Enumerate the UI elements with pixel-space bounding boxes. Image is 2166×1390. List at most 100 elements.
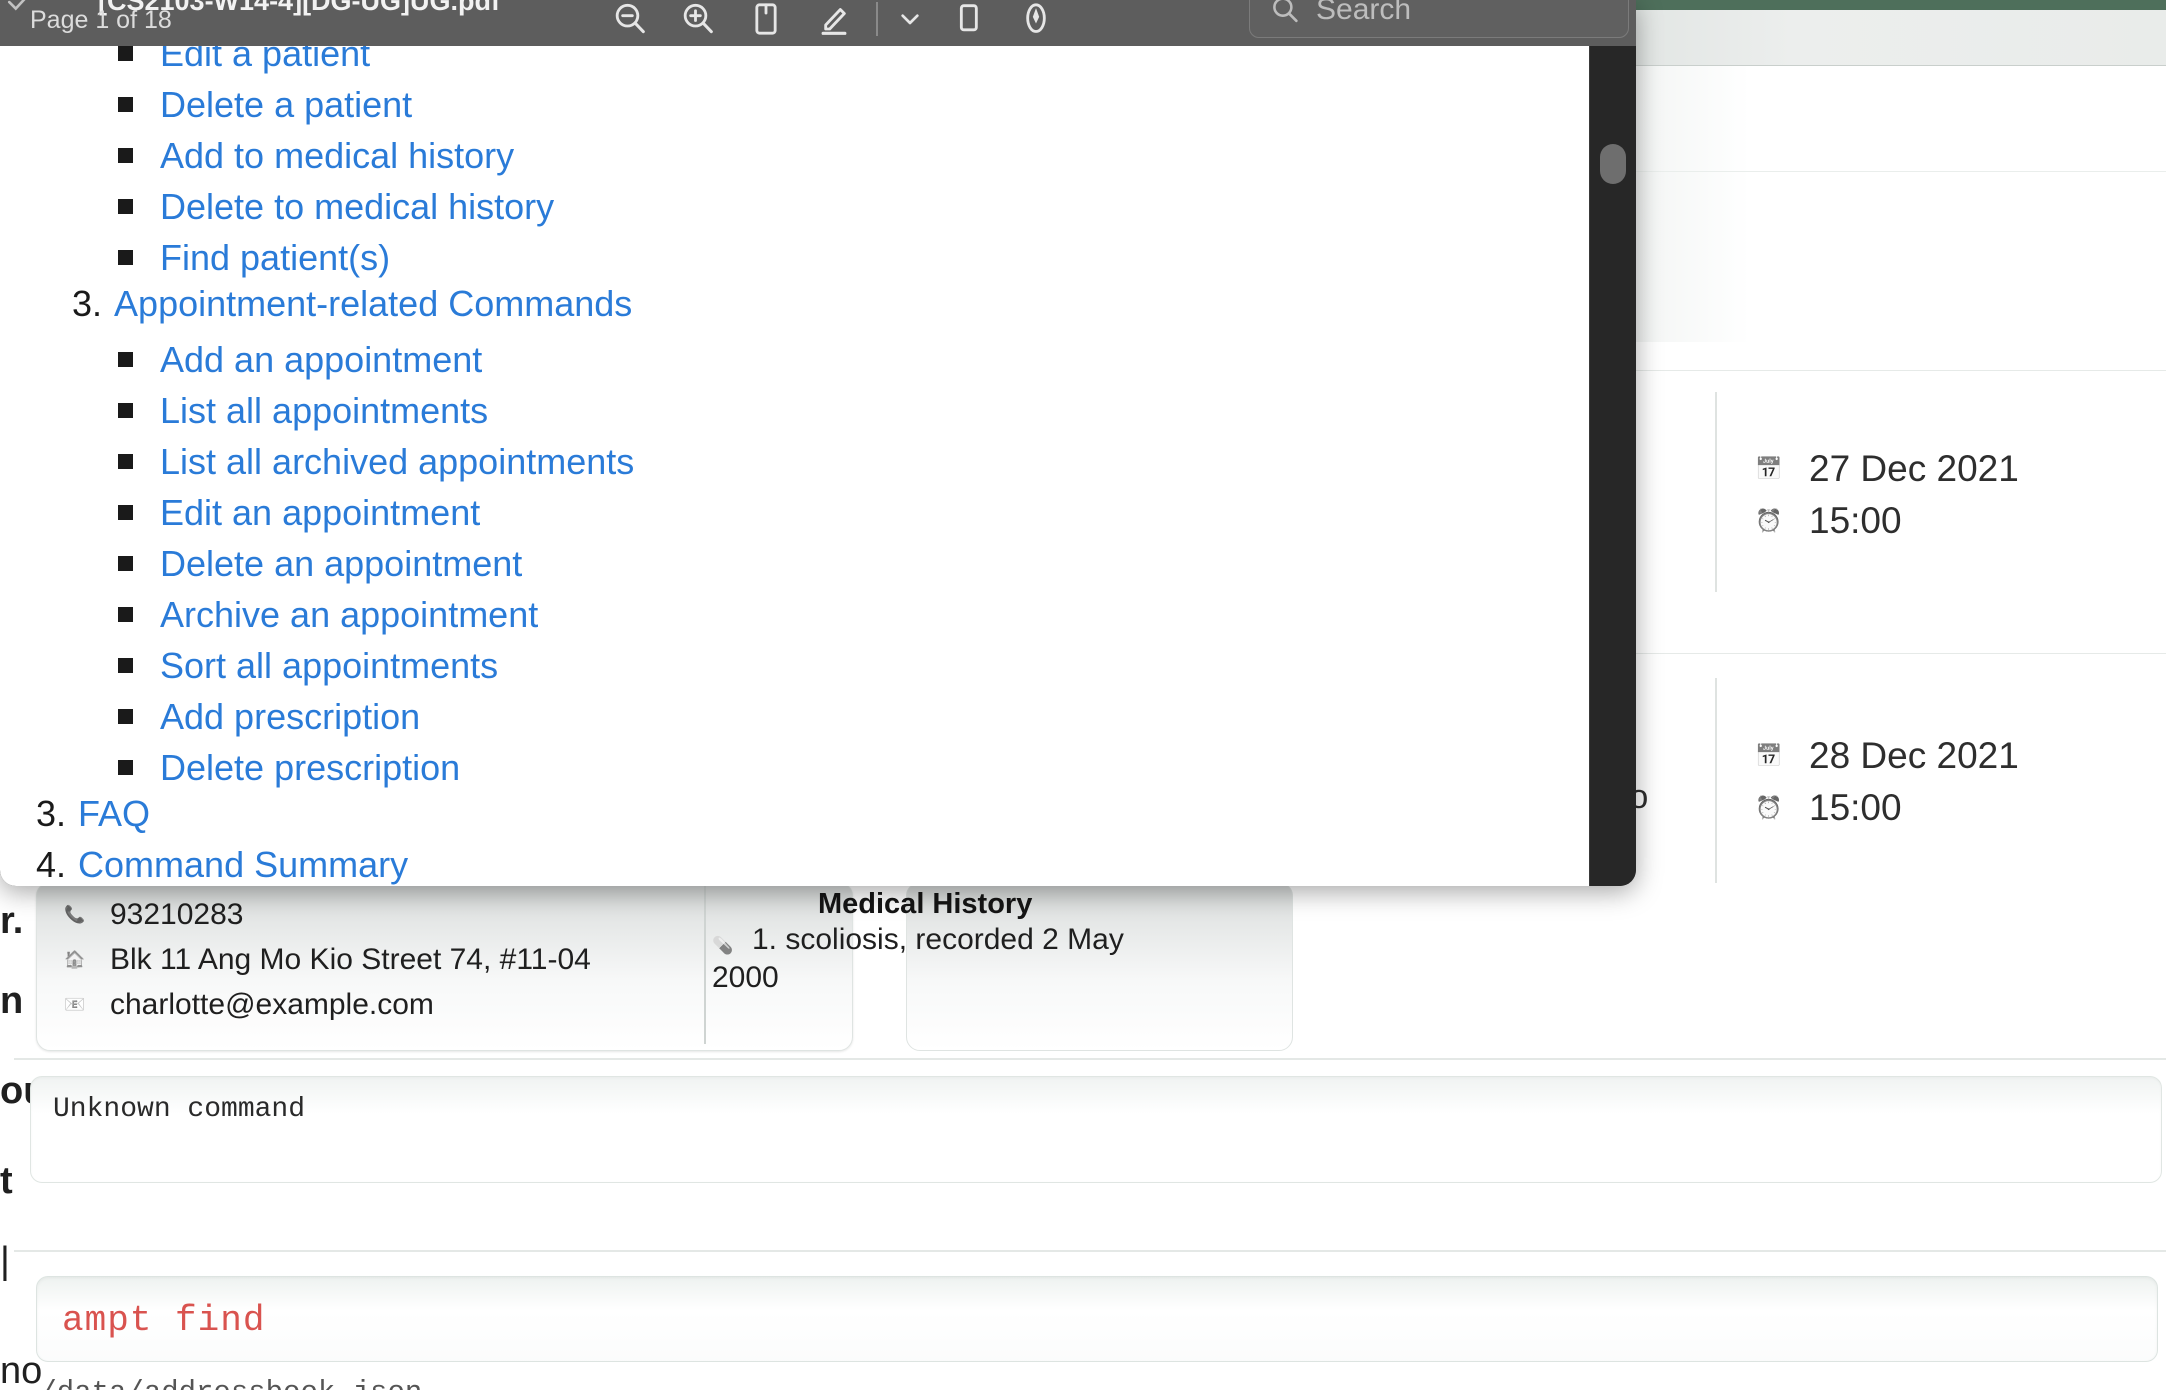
- pdf-page-count: Page 1 of 18: [30, 6, 172, 34]
- toc-item[interactable]: Delete an appointment: [0, 538, 1560, 589]
- toc-section[interactable]: 4. Command Summary: [0, 844, 1560, 886]
- toolbar-divider: [876, 2, 878, 36]
- square-bullet-icon: [118, 148, 133, 163]
- square-bullet-icon: [118, 607, 133, 622]
- square-bullet-icon: [118, 454, 133, 469]
- toc-link[interactable]: FAQ: [78, 793, 150, 835]
- square-bullet-icon: [118, 46, 133, 61]
- screen-root: ts 📅 27 Dec 2021 ⏰ 15:00 ro 📅 28 Dec 202…: [0, 0, 2166, 1390]
- toc-link[interactable]: Edit a patient: [160, 46, 370, 75]
- toc-number: 4.: [36, 844, 67, 885]
- medical-history-entry-line: 💊 1. scoliosis, recorded 2 May 2000: [712, 921, 1132, 998]
- zoom-out-button[interactable]: [596, 0, 664, 42]
- highlighter-pen-icon: [821, 8, 847, 35]
- patient-phone: 93210283: [110, 898, 244, 931]
- square-bullet-icon: [118, 709, 133, 724]
- search-icon: [1273, 0, 1298, 23]
- pdf-search-field[interactable]: Search: [1249, 0, 1629, 38]
- toc-link[interactable]: Archive an appointment: [160, 594, 538, 636]
- toc-item[interactable]: List all archived appointments: [0, 436, 1560, 487]
- result-display-box: [30, 1076, 2162, 1183]
- highlight-button[interactable]: [800, 0, 868, 42]
- toc-link[interactable]: Appointment-related Commands: [114, 283, 632, 325]
- appointment-date-line: 📅 28 Dec 2021: [1755, 735, 2019, 777]
- result-divider: [14, 1058, 2166, 1060]
- list-text-fragment: |: [0, 1240, 10, 1282]
- command-input[interactable]: [36, 1276, 2158, 1362]
- appointment-time: 15:00: [1809, 500, 1902, 541]
- toc-link[interactable]: List all appointments: [160, 390, 488, 432]
- toc-item[interactable]: Delete prescription: [0, 742, 1560, 793]
- present-button[interactable]: [732, 0, 800, 42]
- toc-link[interactable]: Delete an appointment: [160, 543, 522, 585]
- toc-link[interactable]: Add an appointment: [160, 339, 482, 381]
- toc-link[interactable]: Delete to medical history: [160, 186, 554, 228]
- toc-link[interactable]: List all archived appointments: [160, 441, 634, 483]
- command-input-text[interactable]: ampt find: [62, 1300, 265, 1341]
- toc-item[interactable]: Delete a patient: [0, 79, 1560, 130]
- pdf-toolbar-buttons: [596, 0, 1070, 42]
- toc-link[interactable]: Add prescription: [160, 696, 420, 738]
- toc-link[interactable]: Delete prescription: [160, 747, 460, 789]
- toc-item[interactable]: Archive an appointment: [0, 589, 1560, 640]
- toc-link[interactable]: Delete a patient: [160, 84, 412, 126]
- patient-address-line: 🏠 Blk 11 Ang Mo Kio Street 74, #11-04: [64, 943, 591, 977]
- toc-item[interactable]: Add to medical history: [0, 130, 1560, 181]
- toc-item[interactable]: Delete to medical history: [0, 181, 1560, 232]
- appointment-date: 28 Dec 2021: [1809, 735, 2019, 776]
- toc-item[interactable]: Sort all appointments: [0, 640, 1560, 691]
- toc-item[interactable]: Edit an appointment: [0, 487, 1560, 538]
- alarm-clock-icon: ⏰: [1755, 508, 1783, 533]
- add-note-button[interactable]: [934, 0, 1002, 42]
- alarm-clock-icon: ⏰: [1755, 795, 1783, 820]
- pdf-search-placeholder: Search: [1316, 0, 1412, 26]
- pdf-table-of-contents: Edit a patient Delete a patient Add to m…: [0, 46, 1560, 886]
- appointment-time-line: ⏰ 15:00: [1755, 500, 2019, 542]
- medical-history-title: Medical History: [818, 888, 1033, 920]
- checkmark-icon: [7, 0, 26, 11]
- toc-link[interactable]: Edit an appointment: [160, 492, 480, 534]
- medical-history-entry: 1. scoliosis, recorded 2 May 2000: [712, 923, 1124, 995]
- square-bullet-icon: [118, 556, 133, 571]
- patient-address: Blk 11 Ang Mo Kio Street 74, #11-04: [110, 943, 591, 976]
- appointment-divider: [1715, 678, 1717, 883]
- result-display-text: Unknown command: [53, 1094, 306, 1125]
- square-bullet-icon: [118, 658, 133, 673]
- app-accent-bar: [1633, 0, 2166, 10]
- appointment-fields: 📅 27 Dec 2021 ⏰ 15:00: [1755, 448, 2019, 542]
- toc-section[interactable]: 3. FAQ: [0, 793, 1560, 844]
- patient-email-line: 📧 charlotte@example.com: [64, 988, 591, 1022]
- signature-pen-icon: [1026, 3, 1046, 33]
- toc-link[interactable]: Find patient(s): [160, 237, 390, 279]
- toc-link[interactable]: Add to medical history: [160, 135, 514, 177]
- square-bullet-icon: [118, 760, 133, 775]
- square-bullet-icon: [118, 97, 133, 112]
- toc-link[interactable]: Sort all appointments: [160, 645, 498, 687]
- square-bullet-icon: [118, 505, 133, 520]
- pdf-scrollbar[interactable]: [1589, 46, 1636, 886]
- patient-email: charlotte@example.com: [110, 988, 434, 1021]
- highlight-options-button[interactable]: [886, 0, 934, 42]
- toc-item[interactable]: Add an appointment: [0, 334, 1560, 385]
- toc-number: 3.: [36, 793, 67, 834]
- toc-item[interactable]: Edit a patient: [0, 46, 1560, 79]
- app-header-band: [1633, 10, 2166, 66]
- phone-icon: 📞: [64, 905, 86, 924]
- toc-item[interactable]: List all appointments: [0, 385, 1560, 436]
- sign-button[interactable]: [1002, 0, 1070, 42]
- status-bar-path: ./data/addressbook.json: [22, 1376, 422, 1390]
- appointment-time: 15:00: [1809, 787, 1902, 828]
- toc-item[interactable]: Add prescription: [0, 691, 1560, 742]
- patient-phone-line: 📞 93210283: [64, 898, 591, 932]
- toc-section[interactable]: 3. Appointment-related Commands: [0, 283, 1560, 334]
- app-panel-lower: [1633, 172, 2166, 342]
- appointment-divider: [1715, 392, 1717, 592]
- chevron-down-icon: [901, 14, 919, 25]
- toc-link[interactable]: Command Summary: [78, 844, 408, 886]
- pdf-viewer-window[interactable]: [CS2103-W14-4][DG-UG]UG.pdf Page 1 of 18: [0, 0, 1636, 886]
- square-bullet-icon: [118, 403, 133, 418]
- toc-item[interactable]: Find patient(s): [0, 232, 1560, 283]
- pdf-scrollbar-thumb[interactable]: [1600, 144, 1626, 184]
- pdf-page-content: Edit a patient Delete a patient Add to m…: [0, 46, 1590, 886]
- zoom-in-button[interactable]: [664, 0, 732, 42]
